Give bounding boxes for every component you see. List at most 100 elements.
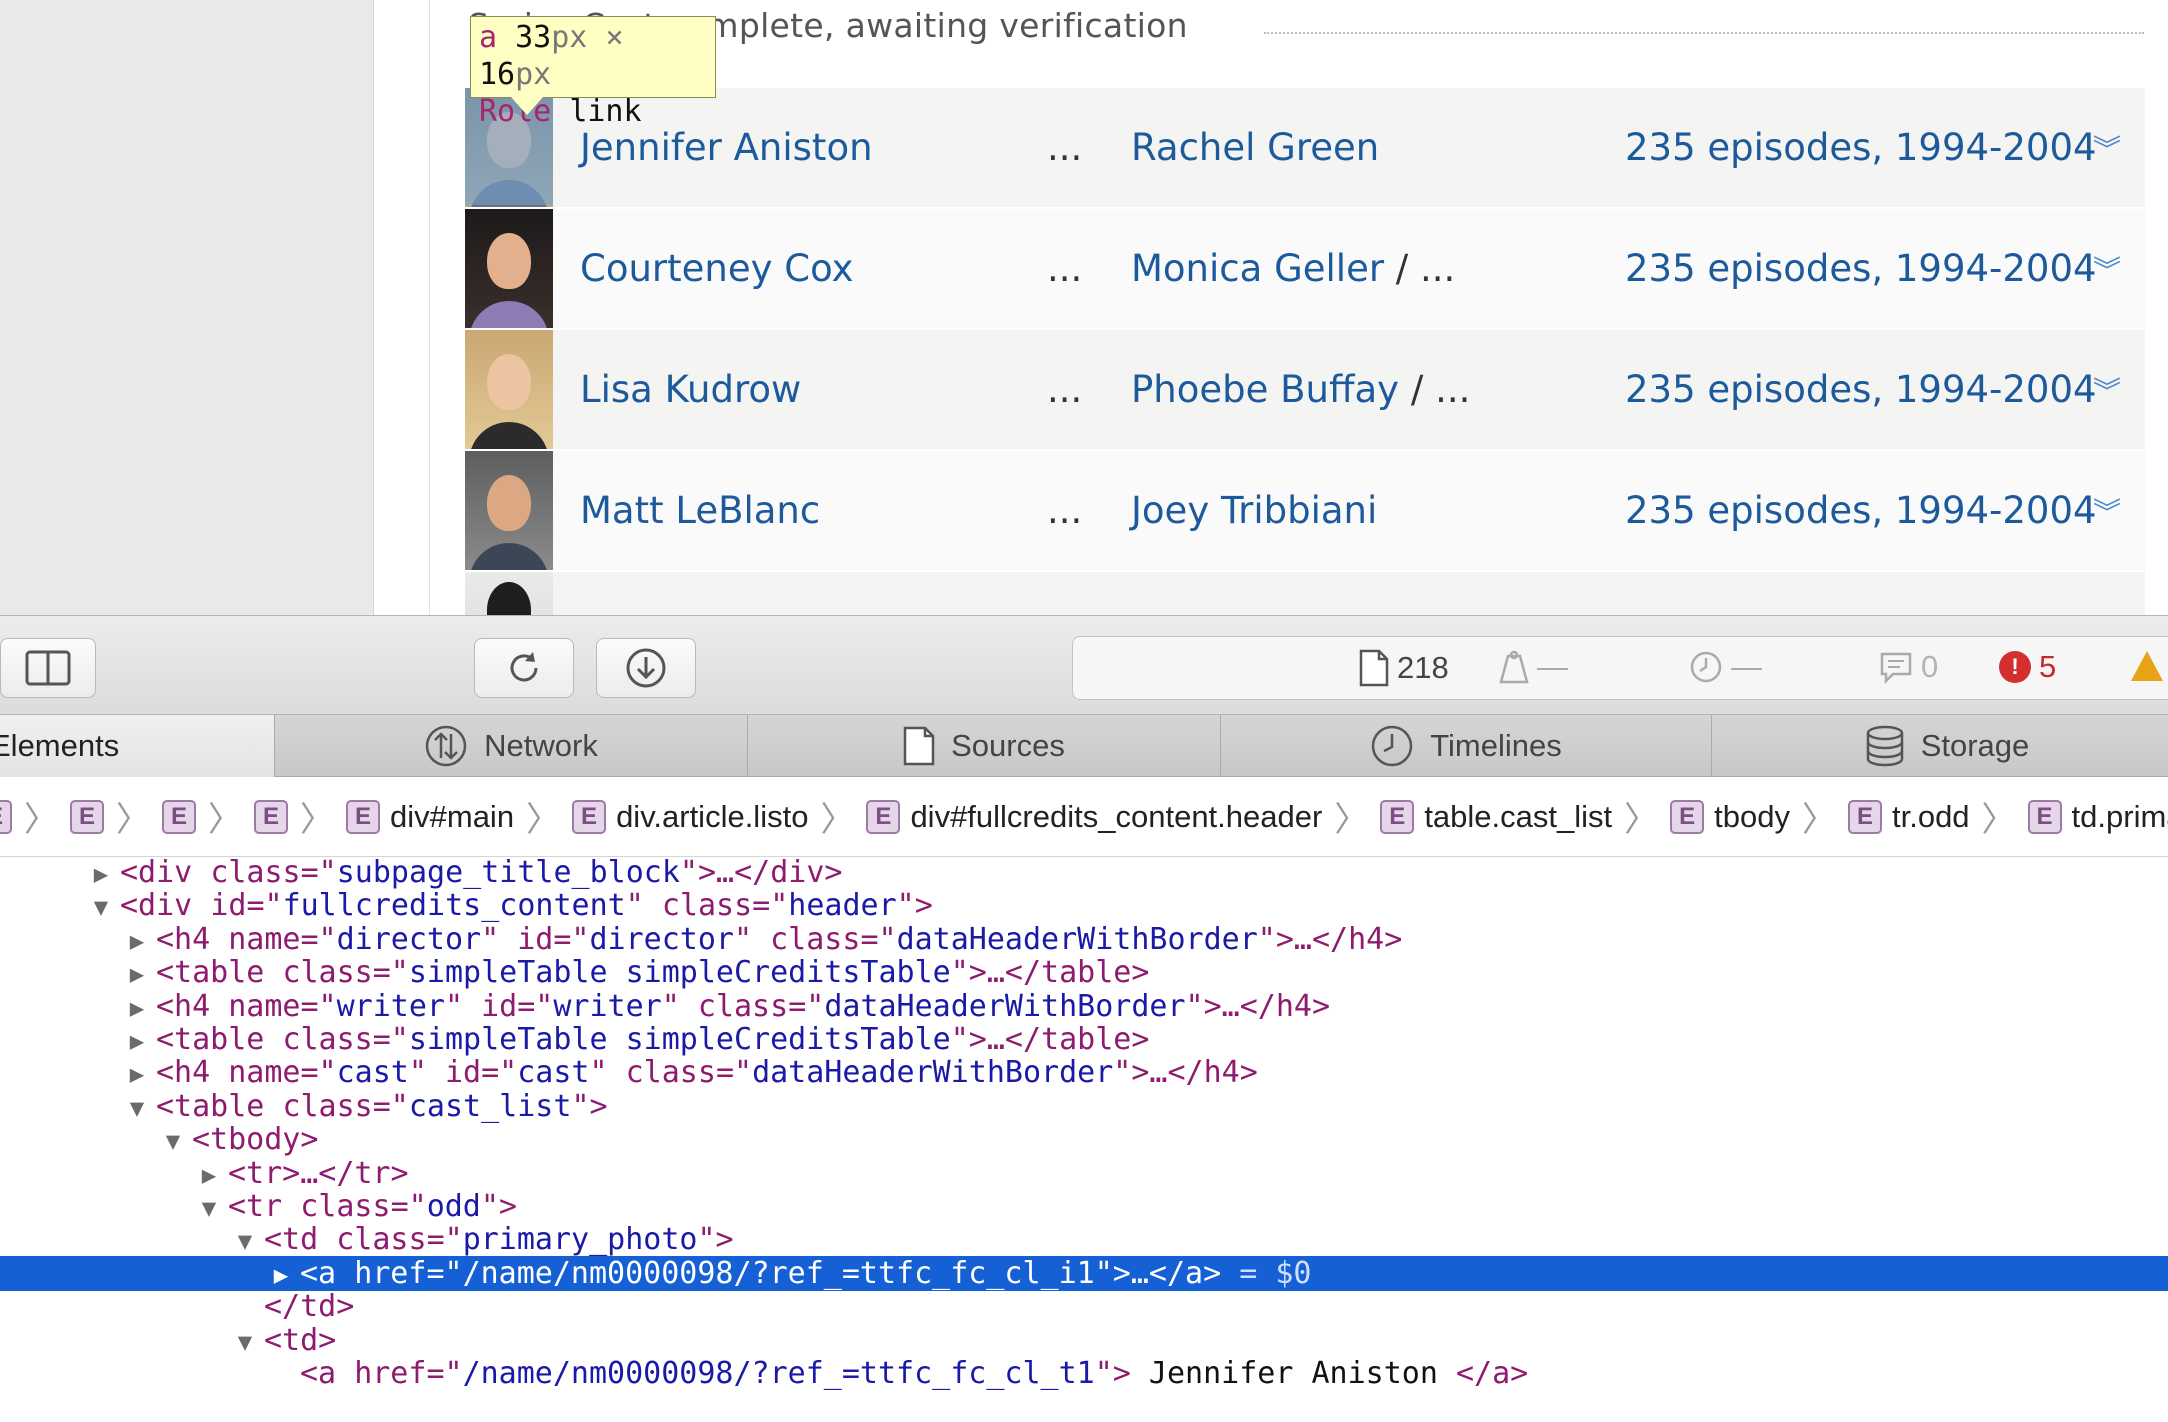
episodes-link[interactable]: 235 episodes, 1994-2004 [1625,489,2097,532]
dom-node[interactable]: ▶ <h4 name="cast" id="cast" class="dataHe… [0,1055,2168,1090]
tag-token: =" [481,1055,518,1091]
actor-photo[interactable] [465,572,553,615]
breadcrumb-item[interactable]: Etable.cast_list [1380,799,1612,835]
expand-double-chevron-icon[interactable]: ︾ [2093,491,2121,531]
warning-count[interactable] [2129,649,2165,683]
disclosure-collapsed-icon[interactable]: ▶ [118,1024,156,1059]
breadcrumb-item[interactable]: E [162,799,196,834]
error-count[interactable]: ! 5 [1999,649,2056,685]
load-size[interactable]: — [1499,649,1568,685]
resource-count-value: 218 [1397,650,1449,685]
disclosure-expanded-icon[interactable]: ▼ [226,1224,264,1259]
dom-node[interactable]: ▼ <td class="primary_photo"> [0,1222,2168,1257]
actor-photo[interactable] [465,451,553,570]
breadcrumb-item[interactable]: Ediv#fullcredits_content.header [866,799,1322,835]
episodes-link[interactable]: 235 episodes, 1994-2004 [1625,247,2097,290]
error-count-value: 5 [2039,649,2057,684]
element-badge-icon: E [0,799,12,834]
dom-node-selected[interactable]: ▶ <a href="/name/nm0000098/?ref_=ttfc_fc_… [0,1255,2168,1293]
network-icon [425,725,467,767]
disclosure-expanded-icon[interactable]: ▼ [190,1191,228,1226]
disclosure-expanded-icon[interactable]: ▼ [226,1325,264,1360]
tab-timelines[interactable]: Timelines [1221,715,1712,777]
dom-node[interactable]: ▶ <tr>…</tr> [0,1156,2168,1191]
actor-name-link[interactable]: Lisa Kudrow [580,368,801,411]
cast-row: Lisa Kudrow ... Phoebe Buffay / ... 235 … [465,330,2145,449]
actor-photo[interactable] [465,209,553,328]
disclosure-expanded-icon[interactable]: ▼ [82,890,120,925]
disclosure-collapsed-icon[interactable]: ▶ [262,1258,300,1293]
dom-node[interactable]: ▶ <table class="simpleTable simpleCredits… [0,955,2168,990]
tag-token: " [445,988,482,1024]
episodes-link[interactable]: 235 episodes, 1994-2004 [1625,126,2097,169]
breadcrumb-item[interactable]: Etbody [1670,799,1790,835]
actor-name-link[interactable]: Matt LeBlanc [580,489,820,532]
resource-count[interactable]: 218 [1359,649,1449,687]
log-count[interactable]: 0 [1879,649,1938,685]
dom-node[interactable]: ▶ <h4 name="writer" id="writer" class="da… [0,989,2168,1024]
attr-name: name [228,921,301,957]
actor-photo[interactable] [465,330,553,449]
tab-storage-label: Storage [1920,728,2030,763]
warning-icon [2131,651,2163,681]
expand-double-chevron-icon[interactable]: ︾ [2093,370,2121,410]
download-button[interactable] [596,638,696,698]
attr-value: writer [336,988,445,1024]
episodes-link[interactable]: 235 episodes, 1994-2004 [1625,368,2097,411]
character-link[interactable]: Monica Geller / ... [1131,247,1455,290]
dom-node[interactable]: ▼ <td> [0,1323,2168,1358]
disclosure-collapsed-icon[interactable]: ▶ [118,1057,156,1092]
breadcrumb-item[interactable]: Etr.odd [1847,799,1970,835]
character-name[interactable]: Phoebe Buffay [1131,368,1399,411]
disclosure-collapsed-icon[interactable]: ▶ [118,924,156,959]
dom-node[interactable]: <a href="/name/nm0000098/?ref_=ttfc_fc_c… [0,1356,2168,1391]
disclosure-collapsed-icon[interactable]: ▶ [82,857,120,892]
dock-toggle-button[interactable] [0,638,96,698]
tooltip-role-value: link [569,94,642,129]
load-size-value: — [1537,649,1568,684]
character-link[interactable]: Joey Tribbiani [1131,489,1377,532]
dom-node[interactable]: ▼ <tr class="odd"> [0,1189,2168,1224]
dom-node[interactable]: ▶ <table class="simpleTable simpleCredits… [0,1022,2168,1057]
character-name[interactable]: Joey Tribbiani [1131,489,1377,532]
reload-button[interactable] [474,638,574,698]
disclosure-collapsed-icon[interactable]: ▶ [118,991,156,1026]
dom-node[interactable]: ▼ <div id="fullcredits_content" class="he… [0,888,2168,923]
disclosure-expanded-icon[interactable]: ▼ [154,1124,192,1159]
tag-token: ">…</h4> [1185,988,1331,1024]
dom-node[interactable]: ▼ <table class="cast_list"> [0,1089,2168,1124]
disclosure-expanded-icon[interactable]: ▼ [118,1091,156,1126]
breadcrumb-item[interactable]: E [0,799,12,834]
attr-name: name [228,988,301,1024]
tag-token: =" [752,888,789,924]
dom-node[interactable]: ▼ <tbody> [0,1122,2168,1157]
breadcrumb-item[interactable]: Etd.primar [2027,799,2168,835]
character-name[interactable]: Monica Geller [1131,247,1384,290]
load-time[interactable]: — [1689,649,1762,685]
tab-storage[interactable]: Storage [1712,715,2168,777]
disclosure-collapsed-icon[interactable]: ▶ [190,1158,228,1193]
breadcrumb-item[interactable]: Ediv#main [346,799,514,835]
attr-value: simpleTable simpleCreditsTable [408,1022,951,1057]
actor-name-link[interactable]: Courteney Cox [580,247,854,290]
character-link[interactable]: Rachel Green [1131,126,1379,169]
error-icon: ! [1999,651,2031,683]
character-name[interactable]: Rachel Green [1131,126,1379,169]
tab-elements[interactable]: Elements [0,715,275,777]
breadcrumb-item[interactable]: E [254,799,288,834]
breadcrumb-item[interactable]: E [70,799,104,834]
dom-node[interactable]: </td> [0,1289,2168,1324]
tab-network[interactable]: Network [275,715,748,777]
tab-sources[interactable]: Sources [748,715,1221,777]
disclosure-collapsed-icon[interactable]: ▶ [118,957,156,992]
expand-double-chevron-icon[interactable]: ︾ [2093,128,2121,168]
breadcrumb-separator: 〉 [1334,801,1369,839]
tag-token: <h4 [156,988,229,1024]
dom-node[interactable]: ▶ <div class="subpage_title_block">…</div… [0,857,2168,890]
character-link[interactable]: Phoebe Buffay / ... [1131,368,1470,411]
dom-breadcrumb: E 〉 E 〉 E 〉 E 〉 Ediv#main 〉 Ediv.article… [0,777,2168,857]
expand-double-chevron-icon[interactable]: ︾ [2093,249,2121,289]
dom-node[interactable]: ▶ <h4 name="director" id="director" class… [0,922,2168,957]
actor-name-link[interactable]: Jennifer Aniston [580,126,873,169]
breadcrumb-item[interactable]: Ediv.article.listo [572,799,808,835]
